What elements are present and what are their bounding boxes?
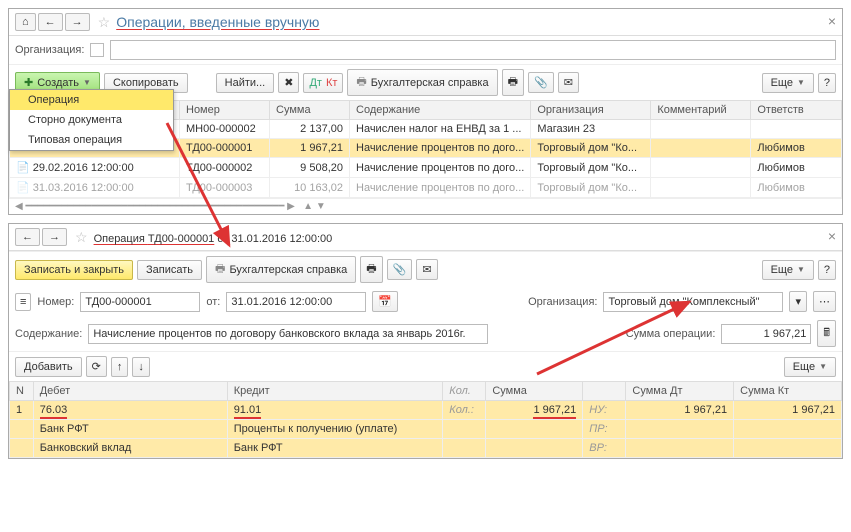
more-label: Еще (771, 77, 793, 89)
postings-table: N Дебет Кредит Кол. Сумма Сумма Дт Сумма… (9, 381, 842, 458)
desc-label: Содержание: (15, 328, 82, 340)
top-window: × ⌂ ← → ☆ Операции, введенные вручную Ор… (8, 8, 843, 215)
org-open[interactable]: ⋯ (813, 291, 836, 312)
report-label: Бухгалтерская справка (229, 264, 347, 276)
cancel-find-button[interactable]: ✖ (278, 72, 299, 93)
help-button[interactable]: ? (818, 73, 836, 93)
attach-icon[interactable]: 📎 (528, 72, 554, 93)
org-dd[interactable]: ▾ (789, 291, 807, 312)
col-credit[interactable]: Кредит (227, 382, 443, 401)
org-label: Организация: (15, 44, 84, 56)
org-filter-row: Организация: (9, 36, 842, 64)
help-button[interactable]: ? (818, 260, 836, 280)
sub-more-button[interactable]: Еще ▼ (784, 357, 836, 377)
create-dropdown: Операция Сторно документа Типовая операц… (9, 89, 174, 151)
bottom-titlebar: ← → ☆ Операция ТД00-000001 от 31.01.2016… (9, 224, 842, 251)
print-icon[interactable]: 🖶 (360, 256, 382, 283)
home-button[interactable]: ⌂ (15, 13, 36, 31)
col-num[interactable]: Номер (180, 101, 270, 120)
report-label: Бухгалтерская справка (371, 77, 489, 89)
mail-icon[interactable]: ✉ (416, 259, 437, 280)
sub-fn1[interactable]: ⟳ (86, 356, 107, 377)
date-input[interactable] (226, 292, 366, 312)
print-icon[interactable]: 🖶 (502, 69, 524, 96)
table-row[interactable]: 📄 31.03.2016 12:00:00ТД00-00000310 163,0… (10, 178, 842, 198)
org-label: Организация: (528, 296, 597, 308)
more-button[interactable]: Еще ▼ (762, 260, 814, 280)
add-button[interactable]: Добавить (15, 357, 82, 377)
org-input[interactable] (603, 292, 783, 312)
move-up-icon[interactable]: ↑ (111, 357, 129, 377)
page-title: Операции, введенные вручную (116, 14, 319, 30)
org-checkbox[interactable] (90, 43, 104, 57)
header-row-1: ≡ Номер: от: 📅 Организация: ▾ ⋯ (9, 287, 842, 316)
scrollbar[interactable]: ◀ ━━━━━━━━━━━━━━━━━━━━━━━━━━━━━━━━━━━━━━… (9, 198, 842, 214)
forward-button[interactable]: → (65, 13, 90, 31)
num-input[interactable] (80, 292, 200, 312)
dt-kt-button[interactable]: ДтКт (303, 73, 343, 93)
star-icon[interactable]: ☆ (98, 14, 111, 31)
close-icon[interactable]: × (828, 13, 836, 29)
menu-item-typical[interactable]: Типовая операция (10, 130, 173, 150)
create-label: Создать (37, 77, 79, 89)
posting-row[interactable]: 1 76.03 91.01 Кол.: 1 967,21 НУ: 1 967,2… (10, 401, 842, 420)
save-button[interactable]: Записать (137, 260, 202, 280)
mail-icon[interactable]: ✉ (558, 72, 579, 93)
col-sum[interactable]: Сумма (270, 101, 350, 120)
num-label: Номер: (37, 296, 74, 308)
top-titlebar: ⌂ ← → ☆ Операции, введенные вручную (9, 9, 842, 36)
calc-icon[interactable]: 🖩 (817, 320, 836, 347)
col-org[interactable]: Организация (531, 101, 651, 120)
col-sumkt[interactable]: Сумма Кт (734, 382, 842, 401)
more-button[interactable]: Еще ▼ (762, 73, 814, 93)
find-button[interactable]: Найти... (216, 73, 275, 93)
back-button[interactable]: ← (15, 228, 40, 246)
org-input[interactable] (110, 40, 836, 60)
back-button[interactable]: ← (38, 13, 63, 31)
col-sum[interactable]: Сумма (486, 382, 583, 401)
header-row-2: Содержание: Сумма операции: 🖩 (9, 316, 842, 351)
posting-row[interactable]: Банковский вклад Банк РФТ ВР: (10, 439, 842, 458)
move-down-icon[interactable]: ↓ (132, 357, 150, 377)
sub-toolbar: Добавить ⟳ ↑ ↓ Еще ▼ (9, 351, 842, 381)
menu-item-storno[interactable]: Сторно документа (10, 110, 173, 130)
save-close-button[interactable]: Записать и закрыть (15, 260, 133, 280)
col-n[interactable]: N (10, 382, 34, 401)
col-debit[interactable]: Дебет (33, 382, 227, 401)
col-desc[interactable]: Содержание (350, 101, 531, 120)
col-qty[interactable]: Кол. (443, 382, 486, 401)
forward-button[interactable]: → (42, 228, 67, 246)
col-sumdt[interactable]: Сумма Дт (626, 382, 734, 401)
operation-title: Операция ТД00-000001 от 31.01.2016 12:00… (94, 229, 333, 245)
from-label: от: (206, 296, 220, 308)
sumop-label: Сумма операции: (626, 328, 716, 340)
bottom-window: × ← → ☆ Операция ТД00-000001 от 31.01.20… (8, 223, 843, 459)
sumop-input[interactable] (721, 324, 811, 344)
bottom-toolbar: Записать и закрыть Записать 🖶Бухгалтерск… (9, 251, 842, 287)
table-row[interactable]: 📄 29.02.2016 12:00:00ТД00-0000029 508,20… (10, 158, 842, 178)
desc-input[interactable] (88, 324, 488, 344)
lines-icon[interactable]: ≡ (15, 293, 31, 311)
col-comment[interactable]: Комментарий (651, 101, 751, 120)
report-button[interactable]: 🖶 Бухгалтерская справка (347, 69, 497, 96)
col-resp[interactable]: Ответств (751, 101, 842, 120)
star-icon[interactable]: ☆ (75, 229, 88, 246)
attach-icon[interactable]: 📎 (387, 259, 413, 280)
close-icon[interactable]: × (828, 228, 836, 244)
menu-item-operation[interactable]: Операция (10, 90, 173, 110)
calendar-icon[interactable]: 📅 (372, 291, 398, 312)
top-toolbar: ✚ Создать ▼ Скопировать Найти... ✖ ДтКт … (9, 64, 842, 100)
report-button[interactable]: 🖶Бухгалтерская справка (206, 256, 356, 283)
posting-row[interactable]: Банк РФТ Проценты к получению (уплате) П… (10, 420, 842, 439)
